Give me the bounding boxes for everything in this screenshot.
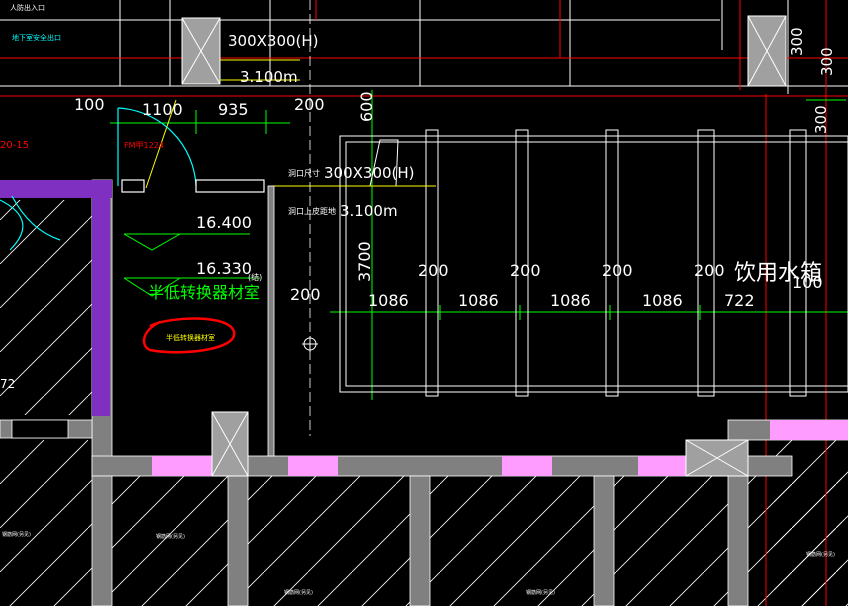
label-top-left-2: 地下室安全出口 [12,33,61,42]
bottom-note-3: 钢筋网(另见) [284,589,313,596]
label-opening-size-mid-prefix: 洞口尺寸 [288,168,320,178]
elevation-16330: 16.330 [196,259,252,278]
spacing-3: 200 [602,261,633,280]
elevation-note: (结) [248,272,262,282]
label-top-left-1: 人防出入口 [10,3,45,12]
door-tag: FM甲1224 [124,141,164,150]
label-opening-size-mid: 300X300(H) [324,164,415,182]
markup-text: 半低转换器材室 [166,333,215,342]
dim-935: 935 [218,100,249,119]
left-code: 20-15 [0,140,29,151]
bottom-note-2: 钢筋网(另见) [156,533,185,540]
right-300-b: 300 [818,47,836,76]
shaft-bottom-right [685,439,749,477]
cursor-icon [302,336,318,352]
bottom-note-5: 钢筋网(另见) [806,551,835,558]
label-opening-height-mid-prefix: 洞口上皮距地 [288,206,336,216]
dim-200-top: 200 [294,95,325,114]
bottom-note-1: 钢筋网(另见) [2,531,31,538]
elevation-16400: 16.400 [196,213,252,232]
spacing-4: 200 [694,261,725,280]
shaft-top-right [747,15,787,87]
dim-100: 100 [74,95,105,114]
bay-3: 1086 [550,291,591,310]
bay-2: 1086 [458,291,499,310]
bay-1: 1086 [368,291,409,310]
dim-600: 600 [357,91,376,122]
top-red-lines [0,0,848,90]
bottom-note-4: 钢筋网(另见) [526,589,555,596]
tank-name: 饮用水箱 [734,261,822,286]
dim-3700: 3700 [355,241,374,282]
left-number: 72 [0,377,15,391]
label-opening-height-mid: 3.100m [340,202,398,220]
bay-5: 722 [724,291,755,310]
spacing-1: 200 [418,261,449,280]
shaft-bottom-left [211,411,249,477]
spacing-2: 200 [510,261,541,280]
room-name: 半低转换器材室 [148,283,260,302]
cad-drawing-canvas[interactable]: 人防出入口 地下室安全出口 300X300(H) 3.100m 100 1100… [0,0,848,606]
right-300-c: 300 [812,105,830,134]
bay-4: 1086 [642,291,683,310]
top-structure [0,0,848,94]
right-300-a: 300 [788,27,806,56]
dim-200-mid: 200 [290,285,321,304]
label-opening-size-top: 300X300(H) [228,32,319,50]
shaft-top-left [181,17,221,85]
label-opening-height-top: 3.100m [240,68,298,86]
dim-1100: 1100 [142,100,183,119]
